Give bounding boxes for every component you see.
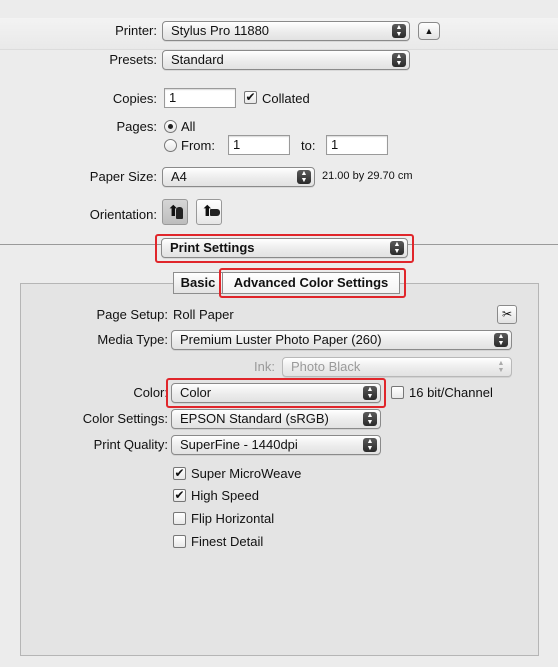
- landscape-orientation-button[interactable]: ⬆: [196, 199, 222, 225]
- color-settings-popup[interactable]: EPSON Standard (sRGB) ▲ ▼: [171, 409, 381, 429]
- super-microweave-label: Super MicroWeave: [191, 466, 302, 481]
- orientation-label: Orientation:: [89, 207, 157, 222]
- 16-bit-channel-checkbox[interactable]: [391, 386, 404, 399]
- collated-checkbox[interactable]: ✔: [244, 91, 257, 104]
- flip-horizontal-checkbox[interactable]: [173, 512, 186, 525]
- pages-all-radio[interactable]: [164, 120, 177, 133]
- disclosure-button[interactable]: ▲: [418, 22, 440, 40]
- 16-bit-channel-label: 16 bit/Channel: [409, 385, 493, 400]
- media-type-popup[interactable]: Premium Luster Photo Paper (260) ▲ ▼: [171, 330, 512, 350]
- print-quality-label: Print Quality:: [93, 437, 168, 452]
- advanced-tab-highlight: [219, 268, 406, 298]
- paper-size-value: A4: [171, 169, 187, 184]
- page-setup-label: Page Setup:: [96, 307, 168, 322]
- landscape-figure-icon: [210, 209, 220, 216]
- popup-arrows-icon: ▲ ▼: [392, 24, 406, 38]
- printer-value: Stylus Pro 11880: [171, 23, 270, 38]
- presets-label: Presets:: [109, 52, 157, 67]
- page-setup-value: Roll Paper: [173, 307, 234, 322]
- paper-size-popup[interactable]: A4 ▲ ▼: [162, 167, 315, 187]
- portrait-figure-icon: [176, 207, 183, 219]
- finest-detail-label: Finest Detail: [191, 534, 264, 549]
- popup-arrows-icon: ▲ ▼: [297, 170, 311, 184]
- pages-from-radio[interactable]: [164, 139, 177, 152]
- ink-label: Ink:: [254, 359, 275, 374]
- pages-from-field[interactable]: 1: [228, 135, 290, 155]
- media-type-value: Premium Luster Photo Paper (260): [180, 332, 382, 347]
- high-speed-label: High Speed: [191, 488, 259, 503]
- printer-popup[interactable]: Stylus Pro 11880 ▲ ▼: [162, 21, 410, 41]
- color-label: Color:: [133, 385, 168, 400]
- high-speed-checkbox[interactable]: ✔: [173, 489, 186, 502]
- pages-from-label: From:: [181, 138, 215, 153]
- popup-arrows-icon: ▲ ▼: [392, 53, 406, 67]
- disclosure-triangle-icon: ▲: [424, 26, 434, 36]
- popup-arrows-icon: ▲ ▼: [363, 412, 377, 426]
- portrait-orientation-button[interactable]: ⬆: [162, 199, 188, 225]
- print-settings-highlight: [155, 234, 414, 263]
- super-microweave-checkbox[interactable]: ✔: [173, 467, 186, 480]
- pages-to-label: to:: [301, 138, 316, 153]
- finest-detail-checkbox[interactable]: [173, 535, 186, 548]
- pages-all-label: All: [181, 119, 196, 134]
- pages-label: Pages:: [116, 119, 157, 134]
- popup-arrows-icon: ▲ ▼: [497, 360, 505, 374]
- copies-field[interactable]: 1: [164, 88, 236, 108]
- flip-horizontal-label: Flip Horizontal: [191, 511, 275, 526]
- color-settings-value: EPSON Standard (sRGB): [180, 411, 329, 426]
- color-settings-label: Color Settings:: [82, 411, 168, 426]
- tools-button[interactable]: ✂: [497, 305, 517, 324]
- presets-value: Standard: [171, 52, 224, 67]
- print-quality-popup[interactable]: SuperFine - 1440dpi ▲ ▼: [171, 435, 381, 455]
- pages-to-field[interactable]: 1: [326, 135, 388, 155]
- tools-icon: ✂: [501, 307, 513, 321]
- paper-size-label: Paper Size:: [89, 169, 157, 184]
- ink-value: Photo Black: [291, 359, 361, 374]
- tab-basic[interactable]: Basic: [173, 272, 223, 294]
- paper-dimensions: 21.00 by 29.70 cm: [322, 170, 413, 182]
- popup-arrows-icon: ▲ ▼: [363, 438, 377, 452]
- popup-arrows-icon: ▲ ▼: [494, 333, 508, 347]
- presets-popup[interactable]: Standard ▲ ▼: [162, 50, 410, 70]
- ink-popup[interactable]: Photo Black ▲ ▼: [282, 357, 512, 377]
- print-quality-value: SuperFine - 1440dpi: [180, 437, 298, 452]
- color-highlight: [166, 378, 386, 408]
- collated-label: Collated: [262, 91, 310, 106]
- media-type-label: Media Type:: [97, 332, 168, 347]
- printer-label: Printer:: [115, 23, 157, 38]
- copies-label: Copies:: [112, 91, 157, 106]
